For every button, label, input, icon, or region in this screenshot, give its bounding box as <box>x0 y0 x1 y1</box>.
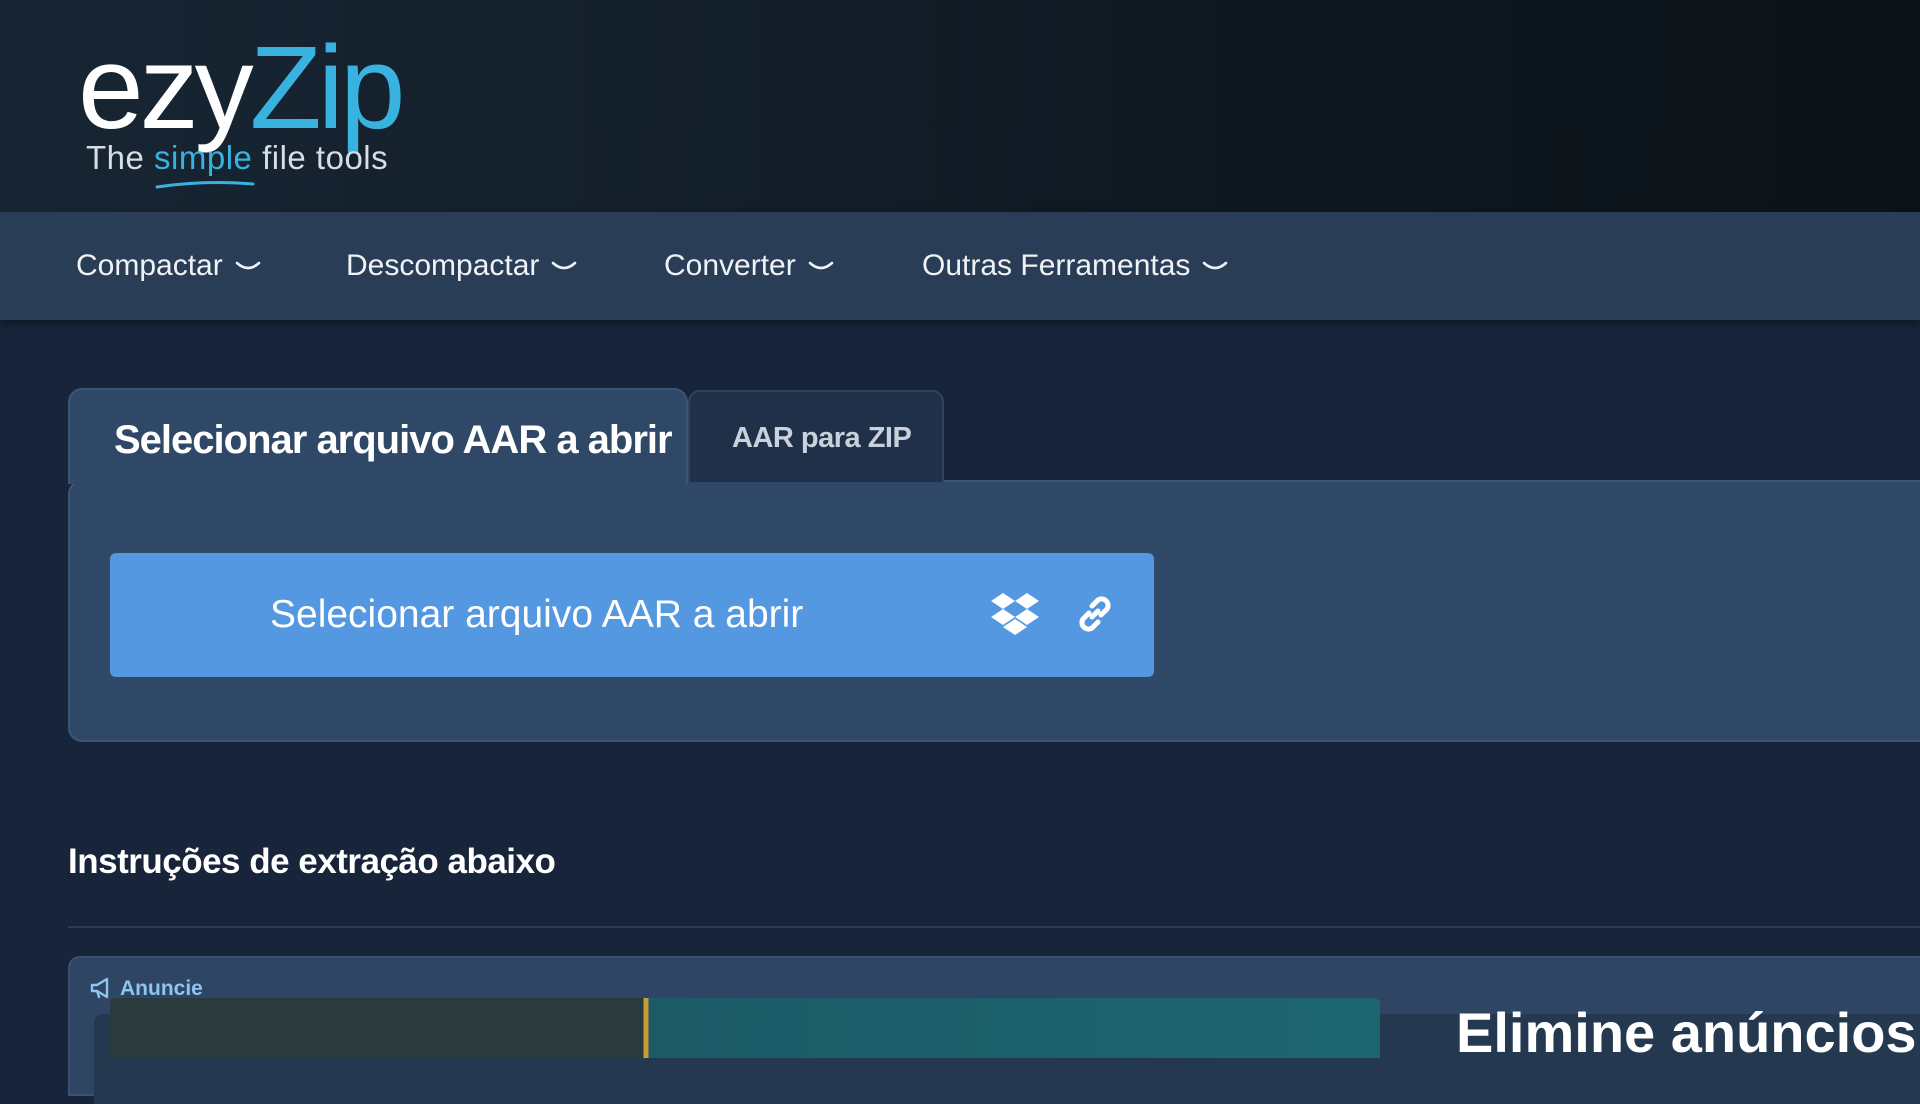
link-icon[interactable] <box>1072 591 1118 637</box>
nav-item-label: Compactar <box>76 249 223 282</box>
select-file-button[interactable]: Selecionar arquivo AAR a abrir <box>110 553 1154 677</box>
logo-word-main: ezy <box>78 22 254 154</box>
ad-label-text: Anuncie <box>120 977 203 1000</box>
main-nav: Compactar Descompactar Converter Outras … <box>0 212 1920 320</box>
nav-item-label: Descompactar <box>346 249 540 282</box>
chevron-down-icon <box>235 261 261 270</box>
ezyzip-logo[interactable]: ezyZip The simple file tools <box>78 18 408 189</box>
logo-wordmark: ezyZip <box>78 18 406 158</box>
select-file-label: Selecionar arquivo AAR a abrir <box>270 593 804 636</box>
chevron-down-icon <box>1203 261 1228 270</box>
nav-item-outras-ferramentas[interactable]: Outras Ferramentas <box>922 212 1228 320</box>
tab-label: Selecionar arquivo AAR a abrir <box>114 418 673 462</box>
ad-container: Anuncie Elimine anúncios c <box>68 956 1920 1104</box>
tab-select-file[interactable]: Selecionar arquivo AAR a abrir <box>68 388 688 484</box>
chevron-down-icon <box>552 261 577 270</box>
ad-headline[interactable]: Elimine anúncios c <box>1456 1000 1920 1065</box>
tagline-underline-swoosh <box>155 181 255 189</box>
tagline-before: The <box>86 139 155 176</box>
tagline-accent: simple <box>154 139 253 176</box>
nav-item-label: Outras Ferramentas <box>922 249 1191 282</box>
tagline-after: file tools <box>252 139 389 176</box>
nav-item-converter[interactable]: Converter <box>664 212 834 320</box>
instructions-heading: Instruções de extração abaixo <box>68 842 556 881</box>
chevron-down-icon <box>808 261 834 270</box>
ad-image[interactable] <box>110 998 1380 1058</box>
tab-aar-to-zip[interactable]: AAR para ZIP <box>688 390 944 482</box>
logo-tagline: The simple file tools <box>86 138 388 178</box>
nav-item-compactar[interactable]: Compactar <box>76 212 261 320</box>
section-divider <box>68 926 1920 928</box>
dropbox-icon[interactable] <box>990 591 1040 637</box>
site-header: ezyZip The simple file tools <box>0 0 1920 212</box>
active-tab-join <box>70 478 686 484</box>
logo-word-accent: Zip <box>249 22 406 154</box>
nav-item-descompactar[interactable]: Descompactar <box>346 212 577 320</box>
tab-label: AAR para ZIP <box>732 422 912 454</box>
megaphone-icon <box>90 977 109 999</box>
nav-item-label: Converter <box>664 249 796 282</box>
